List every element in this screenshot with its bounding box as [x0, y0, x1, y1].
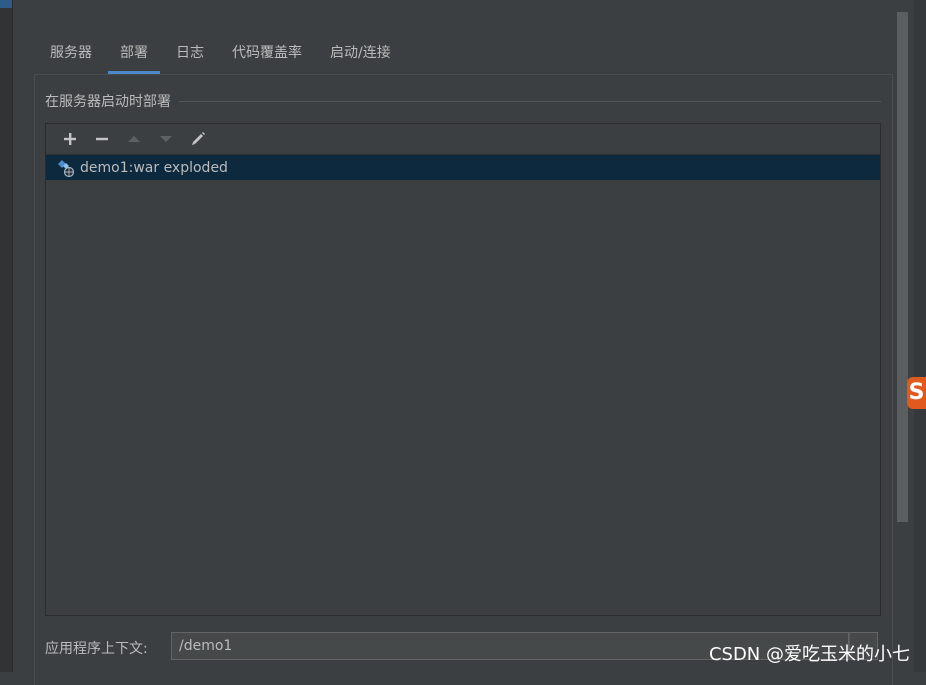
tab-startup-connection[interactable]: 启动/连接 [316, 36, 405, 74]
tab-deployment[interactable]: 部署 [106, 36, 162, 74]
arrow-up-icon[interactable] [118, 124, 150, 154]
scrollbar[interactable] [897, 12, 908, 522]
list-item[interactable]: demo1:war exploded [46, 155, 880, 180]
deploy-section-header: 在服务器启动时部署 [45, 91, 881, 111]
tab-logs[interactable]: 日志 [162, 36, 218, 74]
tab-code-coverage[interactable]: 代码覆盖率 [218, 36, 316, 74]
arrow-down-icon[interactable] [150, 124, 182, 154]
deploy-section-title: 在服务器启动时部署 [45, 94, 171, 110]
pencil-icon[interactable] [182, 124, 214, 154]
left-panel-strip [0, 0, 13, 672]
tab-server[interactable]: 服务器 [36, 36, 106, 74]
left-strip-accent [0, 0, 12, 8]
context-label: 应用程序上下文: [45, 641, 148, 657]
artifact-web-icon [56, 158, 76, 178]
artifact-list: demo1:war exploded [45, 123, 881, 616]
section-divider [179, 100, 881, 102]
minus-icon[interactable] [86, 124, 118, 154]
artifact-label: demo1:war exploded [80, 159, 228, 176]
input-method-logo: S [907, 377, 926, 409]
right-edge [914, 0, 926, 672]
watermark: CSDN @爱吃玉米的小七 [708, 644, 910, 665]
tab-bar: 服务器 部署 日志 代码覆盖率 启动/连接 [36, 36, 405, 74]
plus-icon[interactable] [54, 124, 86, 154]
artifact-list-toolbar [46, 124, 880, 155]
